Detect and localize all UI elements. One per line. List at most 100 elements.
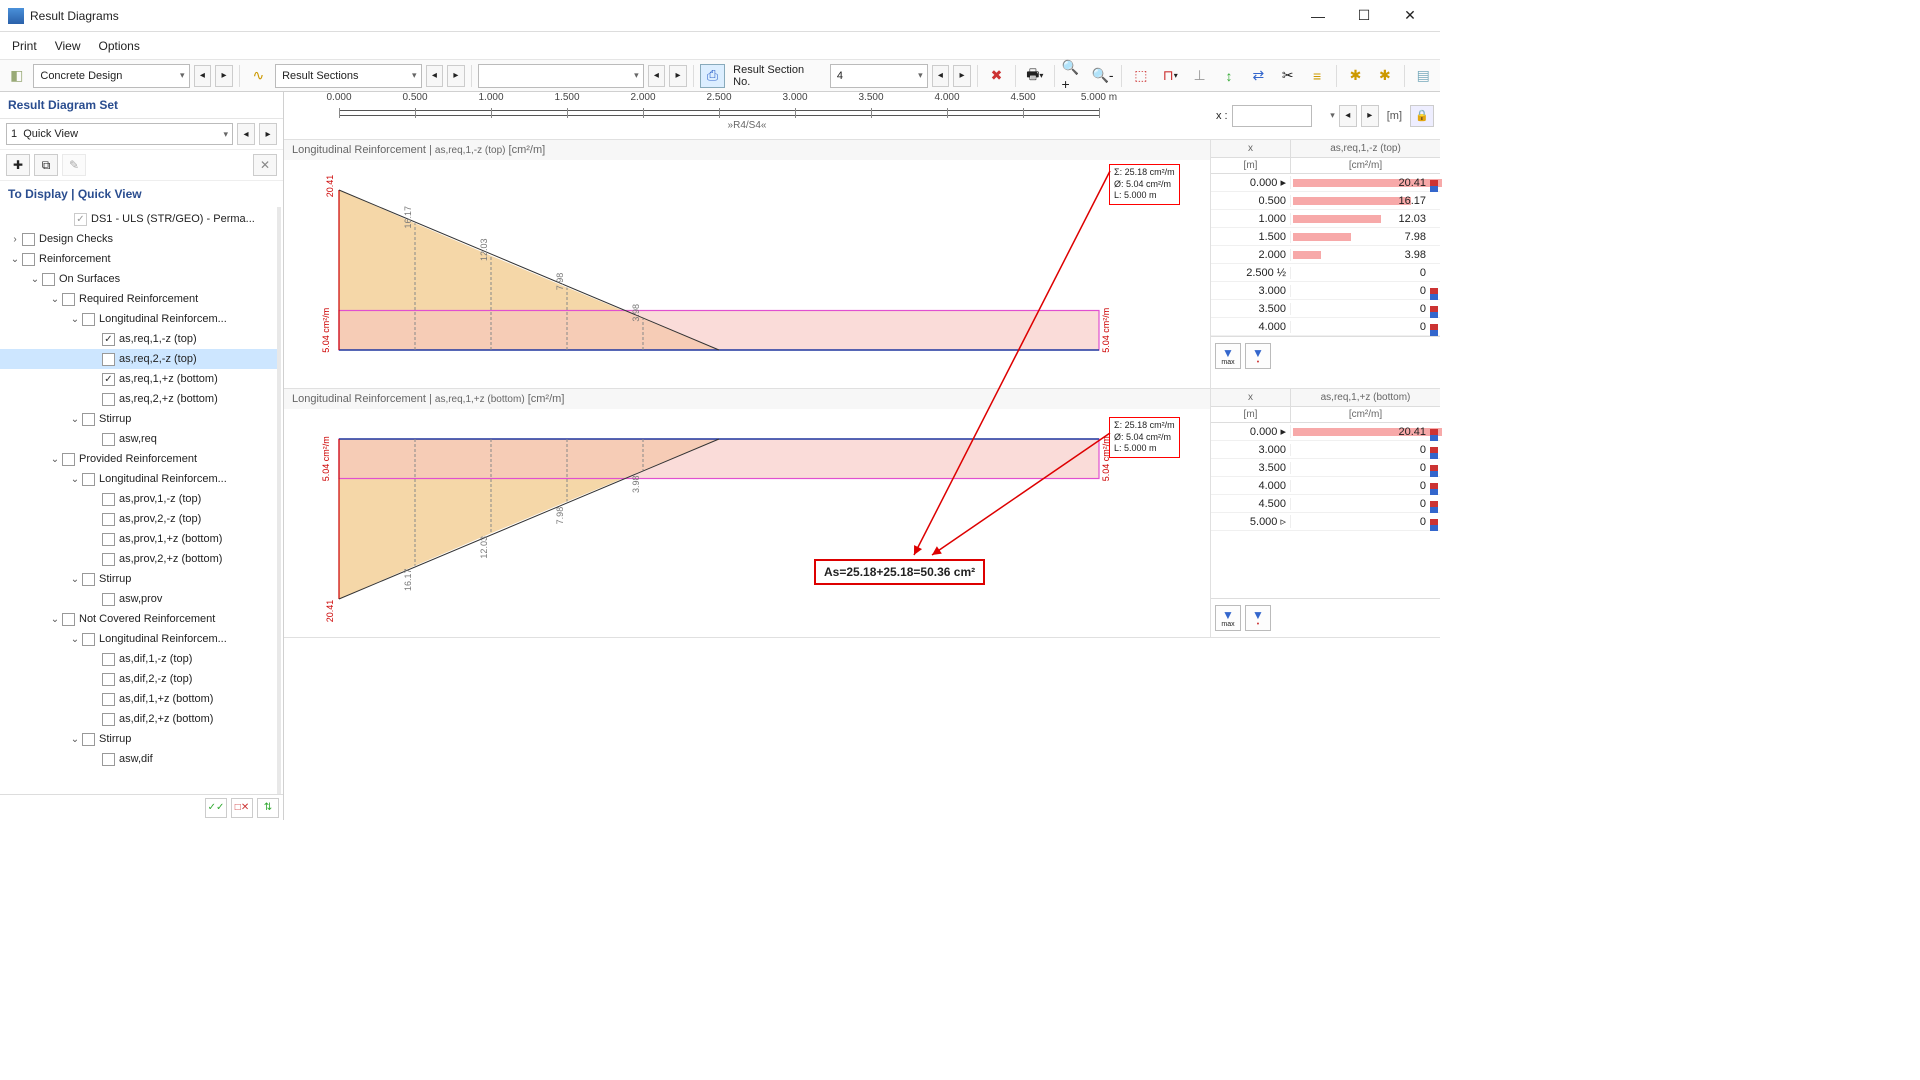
checkbox-icon[interactable] — [82, 313, 95, 326]
delete-set-button[interactable]: ✕ — [253, 154, 277, 176]
menu-options[interactable]: Options — [90, 35, 147, 57]
tree-leaf[interactable]: as,dif,2,+z (bottom) — [0, 709, 277, 729]
tree-leaf[interactable]: as,req,1,-z (top) — [0, 329, 277, 349]
concrete-design-icon[interactable]: ◧ — [4, 64, 29, 88]
tree-long-reinf-prov[interactable]: ⌄Longitudinal Reinforcem... — [0, 469, 277, 489]
maximize-button[interactable]: ☐ — [1342, 2, 1386, 30]
tree-required[interactable]: ⌄Required Reinforcement — [0, 289, 277, 309]
checkbox-icon[interactable] — [82, 573, 95, 586]
checkbox-icon[interactable] — [42, 273, 55, 286]
checkbox-icon[interactable] — [102, 553, 115, 566]
minimize-button[interactable]: — — [1296, 2, 1340, 30]
table-row[interactable]: 4.000 0 — [1211, 477, 1440, 495]
filter-point-button[interactable]: ▼• — [1245, 343, 1271, 369]
checkbox-icon[interactable] — [62, 293, 75, 306]
checkbox-icon[interactable] — [102, 653, 115, 666]
filter-point-button[interactable]: ▼• — [1245, 605, 1271, 631]
tool-2-icon[interactable]: ⊓▾ — [1158, 64, 1183, 88]
zoom-in-icon[interactable]: 🔍+ — [1060, 64, 1085, 88]
tree-provided[interactable]: ⌄Provided Reinforcement — [0, 449, 277, 469]
checkbox-icon[interactable] — [102, 693, 115, 706]
tree-leaf[interactable]: as,prov,1,-z (top) — [0, 489, 277, 509]
caret-down-icon[interactable]: ⌄ — [8, 254, 22, 265]
diagram-2-plot[interactable]: 5.04 cm²/m 5.04 cm²/m 20.41 16.1712.037.… — [284, 409, 1210, 637]
tree-asw-dif[interactable]: asw,dif — [0, 749, 277, 769]
copy-set-button[interactable]: ⧉ — [34, 154, 58, 176]
tool-7-icon[interactable]: ≡ — [1304, 64, 1329, 88]
zoom-out-icon[interactable]: 🔍- — [1090, 64, 1115, 88]
x-next-button[interactable]: ▸ — [1361, 105, 1379, 127]
diagram-1-plot[interactable]: 5.04 cm²/m 5.04 cm²/m 20.41 16.1712.037.… — [284, 160, 1210, 388]
checkbox-icon[interactable] — [102, 593, 115, 606]
empty-next-button[interactable]: ▸ — [669, 65, 687, 87]
edit-set-button[interactable]: ✎ — [62, 154, 86, 176]
table-row[interactable]: 3.000 0 — [1211, 282, 1440, 300]
checkbox-icon[interactable] — [22, 253, 35, 266]
tree-design-checks[interactable]: ›Design Checks — [0, 229, 277, 249]
uncheck-all-button[interactable]: □✕ — [231, 798, 253, 818]
tree-asw-prov[interactable]: asw,prov — [0, 589, 277, 609]
tool-8-icon[interactable]: ✱ — [1343, 64, 1368, 88]
close-button[interactable]: ✕ — [1388, 2, 1432, 30]
caret-down-icon[interactable]: ⌄ — [48, 614, 62, 625]
checkbox-icon[interactable] — [102, 673, 115, 686]
tree-leaf[interactable]: as,dif,2,-z (top) — [0, 669, 277, 689]
check-all-button[interactable]: ✓✓ — [205, 798, 227, 818]
sections-combo[interactable]: Result Sections▾ — [275, 64, 421, 88]
table-row[interactable]: 0.500 16.17 — [1211, 192, 1440, 210]
table-row[interactable]: 3.500 0 — [1211, 459, 1440, 477]
tree-stirrup-prov[interactable]: ⌄Stirrup — [0, 569, 277, 589]
tool-3-icon[interactable]: ⊥ — [1187, 64, 1212, 88]
tree-long-reinf-dif[interactable]: ⌄Longitudinal Reinforcem... — [0, 629, 277, 649]
table-row[interactable]: 5.000 ▹ 0 — [1211, 513, 1440, 531]
table-row[interactable]: 4.500 0 — [1211, 495, 1440, 513]
table-row[interactable]: 1.500 7.98 — [1211, 228, 1440, 246]
tree-reinforcement[interactable]: ⌄Reinforcement — [0, 249, 277, 269]
table-row[interactable]: 2.500 ½ 0 — [1211, 264, 1440, 282]
clear-icon[interactable]: ✖ — [984, 64, 1009, 88]
tree-not-covered[interactable]: ⌄Not Covered Reinforcement — [0, 609, 277, 629]
tool-5-icon[interactable]: ⇄ — [1246, 64, 1271, 88]
tree-leaf[interactable]: as,dif,1,-z (top) — [0, 649, 277, 669]
filter-max-button[interactable]: ▼max — [1215, 343, 1241, 369]
menu-print[interactable]: Print — [4, 35, 45, 57]
tool-1-icon[interactable]: ⬚ — [1128, 64, 1153, 88]
checkbox-icon[interactable] — [74, 213, 87, 226]
lock-button[interactable]: 🔒 — [1410, 105, 1434, 127]
table-row[interactable]: 2.000 3.98 — [1211, 246, 1440, 264]
checkbox-icon[interactable] — [82, 473, 95, 486]
menu-view[interactable]: View — [47, 35, 89, 57]
checkbox-icon[interactable] — [62, 613, 75, 626]
design-prev-button[interactable]: ◂ — [194, 65, 212, 87]
sections-prev-button[interactable]: ◂ — [426, 65, 444, 87]
caret-down-icon[interactable]: ⌄ — [68, 734, 82, 745]
checkbox-icon[interactable] — [102, 373, 115, 386]
checkbox-icon[interactable] — [102, 753, 115, 766]
caret-down-icon[interactable]: ⌄ — [68, 474, 82, 485]
tree-leaf[interactable]: as,req,2,-z (top) — [0, 349, 277, 369]
x-prev-button[interactable]: ◂ — [1339, 105, 1357, 127]
tree-ds-row[interactable]: DS1 - ULS (STR/GEO) - Perma... — [0, 209, 277, 229]
tree-on-surfaces[interactable]: ⌄On Surfaces — [0, 269, 277, 289]
checkbox-icon[interactable] — [102, 493, 115, 506]
checkbox-icon[interactable] — [102, 353, 115, 366]
caret-down-icon[interactable]: ⌄ — [68, 314, 82, 325]
tree-leaf[interactable]: as,dif,1,+z (bottom) — [0, 689, 277, 709]
checkbox-icon[interactable] — [102, 713, 115, 726]
checkbox-icon[interactable] — [102, 393, 115, 406]
table-row[interactable]: 1.000 12.03 — [1211, 210, 1440, 228]
tree-stirrup-dif[interactable]: ⌄Stirrup — [0, 729, 277, 749]
table-row[interactable]: 3.500 0 — [1211, 300, 1440, 318]
tree-stirrup-req[interactable]: ⌄Stirrup — [0, 409, 277, 429]
section-no-prev-button[interactable]: ◂ — [932, 65, 950, 87]
checkbox-icon[interactable] — [102, 333, 115, 346]
new-set-button[interactable]: ✚ — [6, 154, 30, 176]
sections-next-button[interactable]: ▸ — [447, 65, 465, 87]
tree-long-reinf-req[interactable]: ⌄Longitudinal Reinforcem... — [0, 309, 277, 329]
tree-leaf[interactable]: as,prov,1,+z (bottom) — [0, 529, 277, 549]
checkbox-icon[interactable] — [82, 413, 95, 426]
tool-10-icon[interactable]: ▤ — [1411, 64, 1436, 88]
caret-down-icon[interactable]: ⌄ — [48, 294, 62, 305]
set-prev-button[interactable]: ◂ — [237, 123, 255, 145]
design-type-combo[interactable]: Concrete Design▾ — [33, 64, 189, 88]
